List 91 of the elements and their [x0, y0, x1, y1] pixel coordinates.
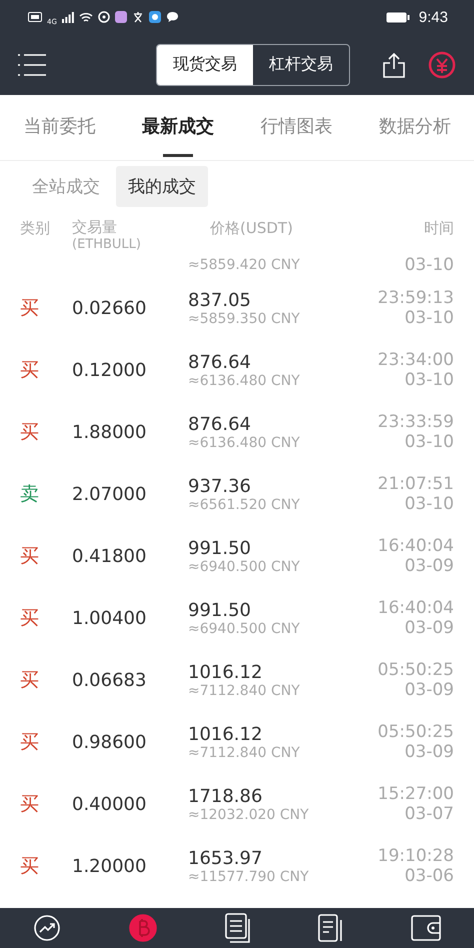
app-icon	[132, 11, 144, 23]
trade-amount: 1.00400	[72, 608, 148, 628]
trade-price: 1718.86	[188, 786, 264, 806]
cny-price: ≈6940.500 CNY	[188, 558, 301, 574]
app-icon	[148, 11, 161, 23]
column-header: 时间	[423, 219, 454, 238]
trade-side: 买	[20, 544, 40, 569]
cny-price: ≈6561.520 CNY	[188, 496, 301, 512]
trade-amount: 0.02660	[72, 298, 148, 318]
trade-price: 991.50	[188, 538, 252, 558]
trade-time: 21:07:51	[376, 474, 454, 494]
cny-price: ≈12032.020 CNY	[188, 806, 310, 822]
share-icon[interactable]	[382, 52, 406, 78]
trade-date: 03-10	[404, 494, 454, 514]
segment-tab[interactable]: 现货交易	[157, 44, 253, 84]
cny-price: ≈11577.790 CNY	[188, 868, 310, 884]
bitcoin-icon[interactable]	[128, 913, 158, 943]
trade-time: 05:50:25	[376, 722, 454, 742]
trade-time: 16:40:04	[376, 598, 454, 618]
trade-side: 买	[20, 854, 40, 879]
trade-date: 03-10	[404, 432, 454, 452]
app-icon	[114, 11, 127, 23]
chat-icon	[166, 11, 179, 23]
trade-amount: 1.20000	[72, 856, 148, 876]
cny-price: ≈7112.840 CNY	[188, 682, 301, 698]
trade-time: 16:40:04	[376, 536, 454, 556]
trade-side: 买	[20, 296, 40, 321]
column-header: 交易量	[72, 219, 118, 236]
trade-amount: 0.98600	[72, 732, 148, 752]
trade-date: 03-10	[404, 255, 454, 275]
trade-side: 买	[20, 420, 40, 445]
filter-tab[interactable]: 我的成交	[116, 166, 208, 206]
trade-price: 837.05	[188, 290, 252, 310]
trade-amount: 0.12000	[72, 360, 148, 380]
cny-price: ≈6136.480 CNY	[188, 372, 301, 388]
trade-date: 03-09	[404, 556, 454, 576]
trade-time: 15:27:00	[376, 784, 454, 804]
trade-side: 买	[20, 792, 40, 817]
trade-price: 876.64	[188, 414, 252, 434]
trade-price: 876.64	[188, 352, 252, 372]
trade-date: 03-10	[404, 308, 454, 328]
chart-icon[interactable]	[33, 914, 62, 942]
column-unit: (ETHBULL)	[72, 236, 142, 253]
trade-time: 23:33:59	[376, 412, 454, 432]
trade-amount: 1.88000	[72, 422, 148, 442]
cny-price: ≈5859.350 CNY	[188, 310, 301, 326]
trade-side: 买	[20, 358, 40, 383]
tab[interactable]: 行情图表	[260, 95, 332, 160]
trade-price: 1016.12	[188, 724, 264, 744]
trade-price: 991.50	[188, 600, 252, 620]
trade-time: 19:10:28	[376, 846, 454, 866]
trade-date: 03-06	[404, 866, 454, 886]
trade-price: 937.36	[188, 476, 252, 496]
app-icon	[98, 11, 110, 23]
trade-side: 买	[20, 730, 40, 755]
tab[interactable]: 数据分析	[378, 95, 451, 160]
segment-tab[interactable]: 杠杆交易	[253, 44, 349, 84]
trade-time: 23:59:13	[376, 288, 454, 308]
menu-icon[interactable]	[18, 54, 46, 76]
cny-price: ≈5859.420 CNY	[188, 257, 301, 273]
documents-icon[interactable]	[224, 913, 251, 943]
cny-price: ≈7112.840 CNY	[188, 744, 301, 760]
trade-date: 03-07	[404, 804, 454, 824]
hd-icon	[28, 12, 42, 22]
yuan-coin-icon[interactable]	[428, 50, 456, 78]
trade-side: 买	[20, 668, 40, 693]
trade-time: 23:34:00	[376, 350, 454, 370]
column-header: 类别	[20, 219, 51, 238]
clock-time: 9:43	[418, 8, 448, 26]
trade-side: 卖	[20, 482, 40, 507]
tab[interactable]: 当前委托	[23, 95, 96, 160]
trade-amount: 0.06683	[72, 670, 148, 690]
battery-icon	[386, 12, 410, 22]
column-header: 价格(USDT)	[209, 219, 294, 238]
wifi-icon	[78, 12, 93, 22]
cny-price: ≈6940.500 CNY	[188, 620, 301, 636]
trade-date: 03-09	[404, 618, 454, 638]
news-icon[interactable]	[318, 914, 344, 942]
trade-side: 买	[20, 606, 40, 631]
trade-date: 03-09	[404, 680, 454, 700]
trade-time: 05:50:25	[376, 660, 454, 680]
trade-price: 1653.97	[188, 848, 264, 868]
trade-date: 03-09	[404, 742, 454, 762]
trade-amount: 0.41800	[72, 546, 148, 566]
signal-icon	[62, 12, 74, 22]
trade-amount: 0.40000	[72, 794, 148, 814]
trade-price: 1016.12	[188, 662, 264, 682]
trade-amount: 2.07000	[72, 484, 148, 504]
trade-date: 03-10	[404, 370, 454, 390]
cny-price: ≈6136.480 CNY	[188, 434, 301, 450]
wallet-icon[interactable]	[410, 915, 441, 941]
